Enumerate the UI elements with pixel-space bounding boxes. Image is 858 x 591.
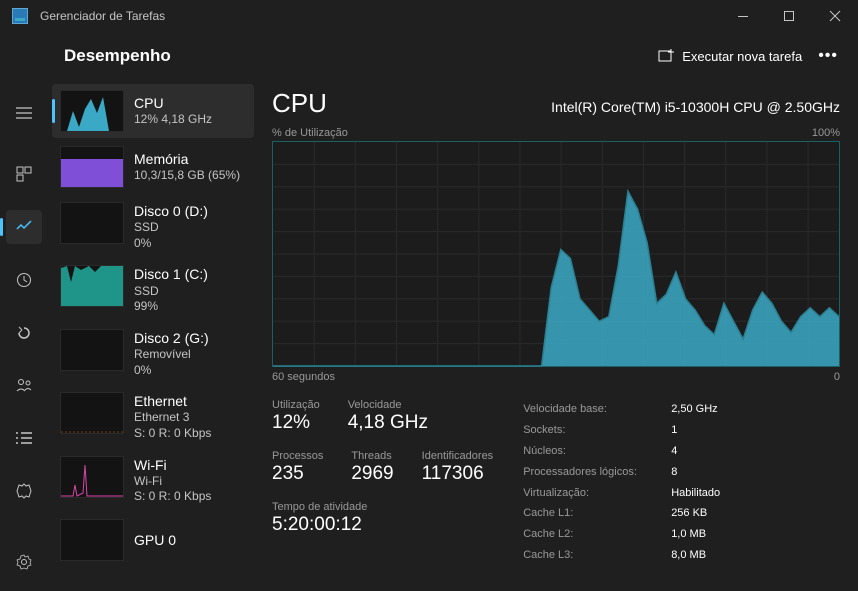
- sidebar-item-disk0[interactable]: Disco 0 (D:)SSD0%: [52, 196, 254, 257]
- minimize-button[interactable]: [720, 0, 766, 32]
- perf-sidebar[interactable]: CPU12% 4,18 GHz Memória10,3/15,8 GB (65%…: [48, 80, 258, 591]
- chart-top-right: 100%: [812, 127, 840, 139]
- nav-history[interactable]: [6, 262, 42, 297]
- cpu-thumb: [60, 90, 124, 132]
- sidebar-item-gpu0[interactable]: GPU 0: [52, 513, 254, 567]
- page-header: Desempenho Executar nova tarefa •••: [0, 32, 858, 80]
- hamburger-button[interactable]: [6, 96, 42, 131]
- close-button[interactable]: [812, 0, 858, 32]
- run-new-task-button[interactable]: Executar nova tarefa: [658, 48, 802, 64]
- cpu-chart[interactable]: [272, 141, 840, 367]
- more-options-button[interactable]: •••: [818, 47, 838, 65]
- disk1-thumb: [60, 265, 124, 307]
- stat-processes: 235: [272, 463, 323, 485]
- stat-uptime: 5:20:00:12: [272, 514, 493, 536]
- stat-utilization: 12%: [272, 412, 320, 434]
- memory-thumb: [60, 146, 124, 188]
- nav-details[interactable]: [6, 421, 42, 456]
- wifi-thumb: [60, 456, 124, 498]
- stat-threads: 2969: [351, 463, 393, 485]
- gpu-thumb: [60, 519, 124, 561]
- nav-processes[interactable]: [6, 157, 42, 192]
- stat-handles: 117306: [422, 463, 494, 485]
- run-task-label: Executar nova tarefa: [682, 49, 802, 64]
- disk2-thumb: [60, 329, 124, 371]
- nav-startup[interactable]: [6, 315, 42, 350]
- stat-speed: 4,18 GHz: [348, 412, 428, 434]
- resource-title: CPU: [272, 88, 327, 119]
- app-icon: [12, 8, 28, 24]
- nav-services[interactable]: [6, 473, 42, 508]
- cpu-info-list: Velocidade base:2,50 GHzSockets:1Núcleos…: [523, 399, 720, 566]
- nav-rail: [0, 80, 48, 591]
- chart-top-left: % de Utilização: [272, 127, 348, 139]
- nav-performance[interactable]: [6, 210, 42, 245]
- window-title: Gerenciador de Tarefas: [40, 9, 165, 23]
- nav-settings[interactable]: [6, 544, 42, 579]
- disk0-thumb: [60, 202, 124, 244]
- cpu-model: Intel(R) Core(TM) i5-10300H CPU @ 2.50GH…: [551, 99, 840, 115]
- sidebar-item-disk2[interactable]: Disco 2 (G:)Removível0%: [52, 323, 254, 384]
- nav-users[interactable]: [6, 368, 42, 403]
- maximize-button[interactable]: [766, 0, 812, 32]
- sidebar-item-memory[interactable]: Memória10,3/15,8 GB (65%): [52, 140, 254, 194]
- sidebar-item-wifi[interactable]: Wi-FiWi-FiS: 0 R: 0 Kbps: [52, 450, 254, 511]
- page-title: Desempenho: [64, 46, 171, 66]
- sidebar-item-disk1[interactable]: Disco 1 (C:)SSD99%: [52, 259, 254, 320]
- main-panel: CPU Intel(R) Core(TM) i5-10300H CPU @ 2.…: [258, 80, 858, 591]
- eth-thumb: [60, 392, 124, 434]
- chart-bot-right: 0: [834, 371, 840, 383]
- titlebar: Gerenciador de Tarefas: [0, 0, 858, 32]
- sidebar-item-cpu[interactable]: CPU12% 4,18 GHz: [52, 84, 254, 138]
- run-task-icon: [658, 48, 674, 64]
- sidebar-item-ethernet[interactable]: EthernetEthernet 3S: 0 R: 0 Kbps: [52, 386, 254, 447]
- chart-bot-left: 60 segundos: [272, 371, 335, 383]
